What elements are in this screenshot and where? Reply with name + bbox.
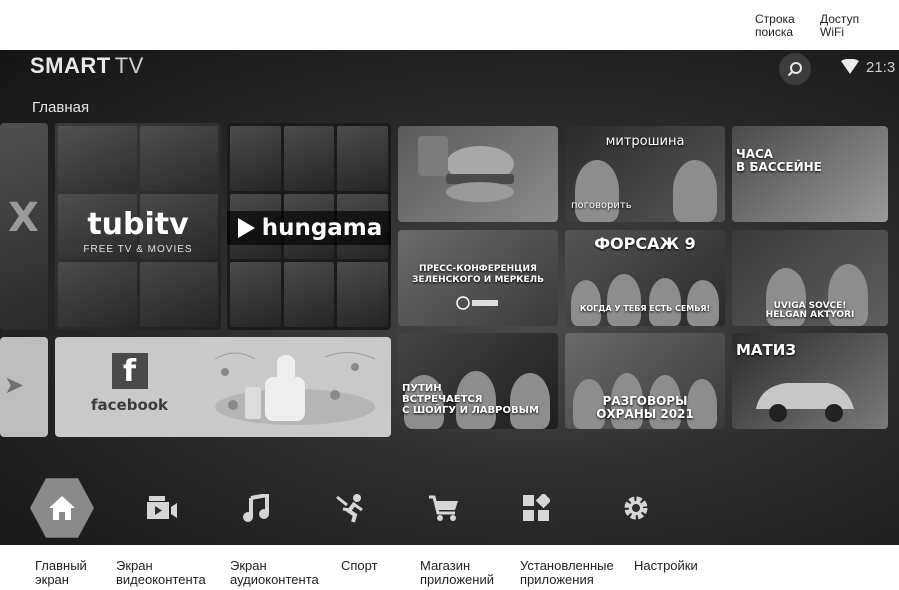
channel-logo: [456, 296, 498, 310]
facebook-icon: f: [111, 353, 148, 389]
thumbnail-faces: [565, 152, 725, 222]
face: [649, 278, 681, 326]
label-installed-apps: Установленные приложения: [520, 558, 614, 587]
label-settings: Настройки: [634, 558, 698, 573]
video-tile-uviga[interactable]: UVIGA SOVCE! HELGAN AKTYORI: [732, 230, 888, 326]
thumbnail-title: МАТИЗ: [736, 341, 796, 359]
face: [673, 160, 717, 222]
brand-bold: SMART: [30, 53, 111, 78]
thumbnail-subtitle: поговорить: [571, 200, 632, 211]
nav-sport[interactable]: [320, 477, 384, 539]
label-sport: Спорт: [341, 558, 378, 573]
home-icon: [49, 496, 75, 520]
music-icon: [243, 494, 269, 522]
thumbnail-title: ЧАСА В БАССЕЙНЕ: [736, 147, 822, 174]
tv-screen: SMART TV Главная 21:3 X ➤ tubitv FREE TV …: [0, 50, 899, 545]
thumbnail-title: РАЗГОВОРЫ ОХРАНЫ 2021: [596, 394, 694, 421]
tubitv-name: tubitv: [87, 207, 189, 242]
nav-home[interactable]: [30, 477, 94, 539]
face: [687, 280, 719, 326]
thumbnail-title: ФОРСАЖ 9: [594, 234, 696, 253]
face: [575, 160, 619, 222]
partial-tile-letter: X: [8, 195, 39, 241]
facebook-name: facebook: [91, 396, 169, 414]
facebook-logo: f facebook: [91, 353, 168, 414]
app-tile-hungama[interactable]: hungama: [227, 123, 391, 330]
video-icon: [147, 496, 177, 519]
video-tile-press-conference[interactable]: ПРЕСС-КОНФЕРЕНЦИЯ ЗЕЛЕНСКОГО И МЕРКЕЛЬ: [398, 230, 558, 326]
bird-icon: ➤: [4, 372, 25, 399]
video-tile-razgovory[interactable]: РАЗГОВОРЫ ОХРАНЫ 2021: [565, 333, 725, 429]
clock: 21:3: [866, 59, 896, 76]
video-tile-chasa[interactable]: ЧАСА В БАССЕЙНЕ: [732, 126, 888, 222]
video-tile-matiz[interactable]: МАТИЗ: [732, 333, 888, 429]
car-thumbnail: [756, 383, 854, 422]
callout-search-label: Строка поиска: [755, 12, 795, 39]
video-tile-forsazh[interactable]: ФОРСАЖ 9 КОГДА У ТЕБЯ ЕСТЬ СЕМЬЯ!: [565, 230, 725, 326]
bottom-nav: [0, 470, 899, 545]
thumbnail-title: ПРЕСС-КОНФЕРЕНЦИЯ ЗЕЛЕНСКОГО И МЕРКЕЛЬ: [411, 264, 545, 285]
face: [607, 274, 641, 326]
wifi-icon[interactable]: [841, 59, 859, 75]
nav-store[interactable]: [412, 477, 476, 539]
tubitv-logo: tubitv FREE TV & MOVIES: [55, 207, 221, 255]
play-icon: [237, 218, 255, 238]
settings-icon: [624, 496, 648, 520]
search-button[interactable]: [779, 53, 811, 85]
tubitv-subtitle: FREE TV & MOVIES: [83, 244, 193, 255]
label-store: Магазин приложений: [420, 558, 494, 587]
callout-wifi-label: Доступ WiFi: [820, 12, 860, 39]
nav-audio[interactable]: [224, 477, 288, 539]
brand-logo: SMART TV: [30, 53, 144, 79]
nav-video[interactable]: [130, 477, 194, 539]
search-icon: [787, 62, 802, 77]
cart-icon: [429, 495, 458, 521]
thumbs-up-illustration: [214, 352, 376, 425]
sport-icon: [336, 494, 363, 523]
section-title: Главная: [32, 99, 90, 116]
hungama-logo: hungama: [227, 211, 391, 245]
burger-thumbnail: [418, 136, 514, 202]
thumbnail-subtitle: КОГДА У ТЕБЯ ЕСТЬ СЕМЬЯ!: [579, 304, 711, 313]
video-tile-mitroshina[interactable]: митрошина поговорить: [565, 126, 725, 222]
app-tile-partial-left[interactable]: X: [0, 123, 48, 330]
app-tile-partial-twitter[interactable]: ➤: [0, 337, 48, 437]
thumbnail-faces: [565, 256, 725, 326]
app-tile-tubitv[interactable]: tubitv FREE TV & MOVIES: [55, 123, 221, 330]
brand-thin: TV: [114, 53, 144, 78]
label-audio: Экран аудиоконтента: [230, 558, 319, 587]
thumbnail-title: UVIGA SOVCE! HELGAN AKTYORI: [765, 301, 855, 320]
thumbnail-title: митрошина: [605, 134, 685, 149]
label-home: Главный экран: [35, 558, 87, 587]
app-tile-facebook[interactable]: f facebook: [55, 337, 391, 437]
nav-settings[interactable]: [604, 477, 668, 539]
thumbnail-title: ПУТИН ВСТРЕЧАЕТСЯ С ШОЙГУ И ЛАВРОВЫМ: [402, 383, 539, 416]
face: [571, 280, 601, 326]
nav-installed-apps[interactable]: [504, 477, 568, 539]
video-tile-burger[interactable]: [398, 126, 558, 222]
hungama-name: hungama: [261, 215, 383, 241]
video-tile-putin[interactable]: ПУТИН ВСТРЕЧАЕТСЯ С ШОЙГУ И ЛАВРОВЫМ: [398, 333, 558, 429]
label-video: Экран видеоконтента: [116, 558, 206, 587]
apps-icon: [523, 494, 550, 521]
